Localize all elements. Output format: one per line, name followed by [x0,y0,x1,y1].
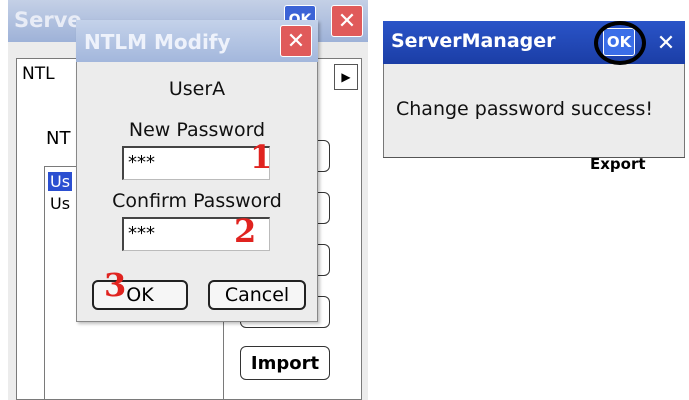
new-password-label: New Password [128,119,266,141]
step-marker-2: 2 [234,212,257,250]
ntlm-section-label: NT [46,128,71,149]
new-password-field[interactable]: *** [122,146,270,180]
tab-scroll-right-button[interactable]: ▶ [334,64,358,90]
arrow-right-icon: ▶ [341,70,351,84]
success-popup-title: ServerManager [391,30,556,52]
close-icon: ✕ [286,28,306,54]
import-button[interactable]: Import [240,346,330,380]
popup-close-button[interactable]: ✕ [651,28,681,58]
username-label: UserA [168,78,226,100]
step-marker-1: 1 [250,138,273,176]
list-item[interactable]: Us [48,194,72,213]
list-item[interactable]: Us [48,172,73,191]
close-icon: ✕ [337,8,357,34]
tab-ntlm[interactable]: NTL [22,64,55,84]
dialog-close-button[interactable]: ✕ [280,25,312,57]
ntlm-modify-title: NTLM Modify [84,30,231,54]
confirm-password-label: Confirm Password [112,190,282,212]
server-manager-close-button[interactable]: ✕ [331,5,363,37]
step-marker-3: 3 [104,266,127,304]
close-icon: ✕ [656,30,676,56]
cancel-button[interactable]: Cancel [208,280,306,310]
ok-button-label: OK [126,284,154,306]
success-message: Change password success! [396,98,653,120]
highlight-circle [594,21,646,65]
partial-export-button-text: Export [590,155,646,173]
server-manager-title: Serve [14,8,82,32]
